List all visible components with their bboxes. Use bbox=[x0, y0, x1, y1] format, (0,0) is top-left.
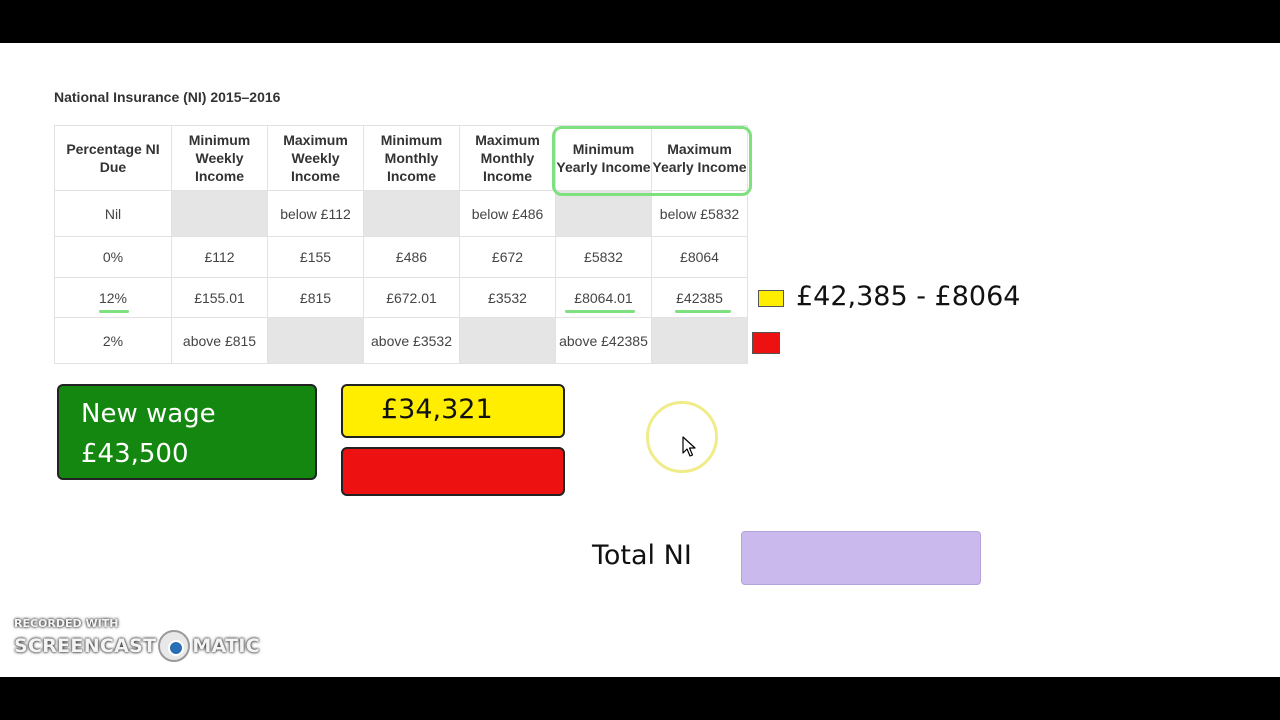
slide: National Insurance (NI) 2015–2016 Percen… bbox=[0, 43, 1280, 677]
red-key-swatch bbox=[752, 332, 780, 354]
header-percentage: Percentage NI Due bbox=[54, 125, 172, 191]
table-title: National Insurance (NI) 2015–2016 bbox=[54, 89, 281, 105]
header-max-monthly: Maximum Monthly Income bbox=[459, 125, 556, 191]
yellow-key-label: £42,385 - £8064 bbox=[796, 281, 1021, 312]
underline-12-percent bbox=[99, 310, 129, 313]
table-cell: below £486 bbox=[459, 190, 556, 237]
table-cell: Nil bbox=[54, 190, 172, 237]
header-max-weekly: Maximum Weekly Income bbox=[267, 125, 364, 191]
total-ni-label: Total NI bbox=[592, 540, 692, 571]
table-cell: below £5832 bbox=[651, 190, 748, 237]
header-min-monthly: Minimum Monthly Income bbox=[363, 125, 460, 191]
screencast-logo-icon bbox=[158, 630, 191, 662]
table-cell: £155.01 bbox=[171, 277, 268, 318]
table-row: 12% £155.01 £815 £672.01 £3532 £8064.01 … bbox=[54, 277, 748, 318]
yellow-result-value: £34,321 bbox=[381, 394, 493, 425]
table-row: Nil below £112 below £486 below £5832 bbox=[54, 190, 748, 237]
underline-max-yearly-12 bbox=[675, 310, 731, 313]
new-wage-box: New wage £43,500 bbox=[57, 384, 317, 480]
table-cell: £8064 bbox=[651, 236, 748, 278]
new-wage-label: New wage bbox=[81, 399, 216, 429]
table-cell: £5832 bbox=[555, 236, 652, 278]
table-cell: 2% bbox=[54, 317, 172, 364]
watermark-screencast: SCREENCAST bbox=[14, 635, 157, 657]
table-cell bbox=[267, 317, 364, 364]
yellow-key-swatch bbox=[758, 290, 784, 307]
table-cell bbox=[171, 190, 268, 237]
table-cell: £112 bbox=[171, 236, 268, 278]
table-cell: above £3532 bbox=[363, 317, 460, 364]
table-cell: £486 bbox=[363, 236, 460, 278]
table-cell: 0% bbox=[54, 236, 172, 278]
watermark-matic: MATIC bbox=[192, 635, 261, 657]
yearly-columns-highlight bbox=[552, 126, 752, 196]
table-cell: £155 bbox=[267, 236, 364, 278]
mouse-pointer-icon bbox=[682, 436, 696, 457]
new-wage-value: £43,500 bbox=[81, 439, 189, 469]
table-cell: above £815 bbox=[171, 317, 268, 364]
table-cell: £672.01 bbox=[363, 277, 460, 318]
table-row: 2% above £815 above £3532 above £42385 bbox=[54, 317, 748, 364]
table-cell: above £42385 bbox=[555, 317, 652, 364]
table-row: 0% £112 £155 £486 £672 £5832 £8064 bbox=[54, 236, 748, 278]
table-cell bbox=[651, 317, 748, 364]
table-cell bbox=[363, 190, 460, 237]
yellow-result-box: £34,321 bbox=[341, 384, 565, 438]
screencast-watermark: RECORDED WITH SCREENCAST MATIC bbox=[14, 617, 260, 662]
watermark-recorded-with: RECORDED WITH bbox=[14, 617, 119, 630]
table-cell bbox=[555, 190, 652, 237]
table-cell: £815 bbox=[267, 277, 364, 318]
underline-min-yearly-12 bbox=[565, 310, 635, 313]
red-result-box bbox=[341, 447, 565, 496]
table-cell: below £112 bbox=[267, 190, 364, 237]
table-cell: £3532 bbox=[459, 277, 556, 318]
header-min-weekly: Minimum Weekly Income bbox=[171, 125, 268, 191]
table-cell bbox=[459, 317, 556, 364]
total-ni-box bbox=[741, 531, 981, 585]
table-cell: £672 bbox=[459, 236, 556, 278]
new-wage-text: New wage £43,500 bbox=[81, 394, 216, 474]
